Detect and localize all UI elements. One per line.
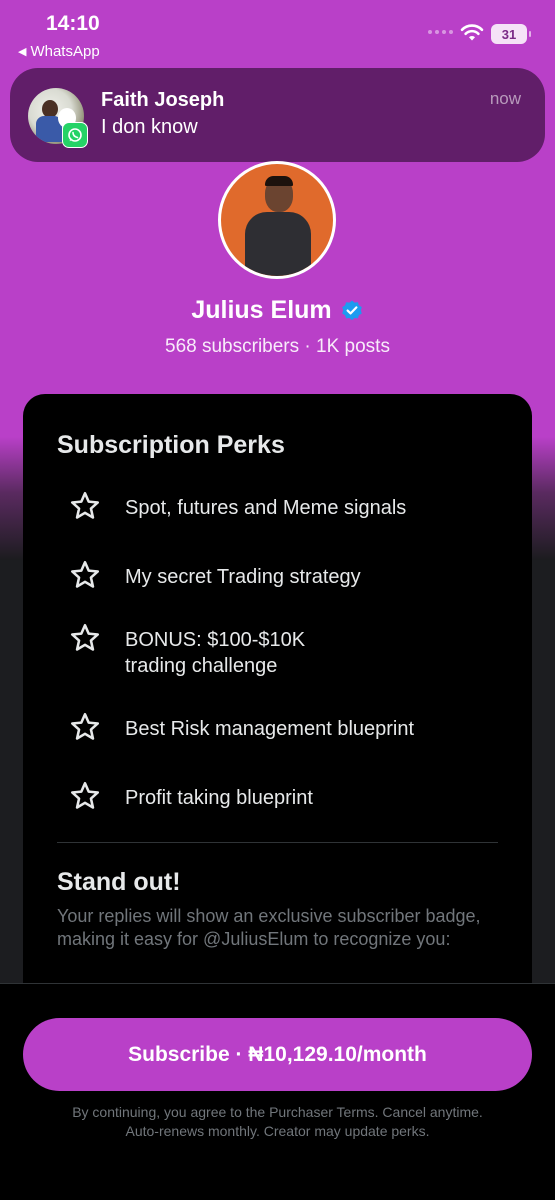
notification-sender: Faith Joseph [101, 89, 225, 111]
status-time: 14:10 [46, 12, 100, 35]
whatsapp-icon [62, 122, 88, 148]
perk-item: Profit taking blueprint [68, 781, 313, 813]
legal-line: Auto-renews monthly. Creator may update … [125, 1123, 430, 1139]
star-icon [70, 623, 100, 651]
back-arrow-icon: ◀ [18, 46, 27, 58]
notification-banner[interactable]: Faith Joseph I don know now [10, 68, 545, 162]
notification-message: I don know [101, 116, 198, 138]
legal-line: By continuing, you agree to the Purchase… [72, 1104, 483, 1120]
status-bar: 14:10 ◀ WhatsApp 31 [0, 0, 555, 66]
battery-icon: 31 [491, 24, 531, 44]
perk-item: Best Risk management blueprint [68, 712, 415, 744]
cellular-signal-icon [428, 30, 453, 34]
standout-title: Stand out! [57, 868, 181, 896]
perk-text: Best Risk management blueprint [125, 718, 415, 740]
perk-text: My secret Trading strategy [125, 566, 361, 588]
battery-level: 31 [501, 26, 517, 42]
star-icon [70, 560, 100, 588]
verified-badge-icon [341, 300, 362, 320]
perk-text: BONUS: $100-$10K trading challenge [125, 627, 305, 679]
creator-stats: 568 subscribers · 1K posts [165, 336, 390, 357]
star-icon [70, 712, 100, 740]
creator-name: Julius Elum [191, 296, 332, 324]
creator-avatar [218, 161, 336, 279]
wifi-icon [460, 24, 484, 41]
back-app-label: WhatsApp [30, 43, 100, 60]
perk-text: Spot, futures and Meme signals [125, 497, 407, 519]
notification-time: now [489, 89, 521, 108]
star-icon [70, 491, 100, 519]
star-icon [70, 781, 100, 809]
perks-card: Subscription Perks Spot, futures and Mem… [23, 394, 532, 1054]
creator-name-row: Julius Elum [0, 296, 555, 325]
back-to-app-link[interactable]: ◀ WhatsApp [18, 43, 100, 60]
bottom-action-bar [0, 983, 555, 1200]
perk-text-line: BONUS: $100-$10K [125, 629, 306, 651]
perk-item: Spot, futures and Meme signals [68, 491, 407, 523]
divider [57, 842, 498, 843]
perk-item: My secret Trading strategy [68, 560, 361, 592]
subscribe-button[interactable]: Subscribe · ₦10,129.10/month [23, 1018, 532, 1091]
standout-description: Your replies will show an exclusive subs… [57, 906, 481, 949]
legal-text: By continuing, you agree to the Purchase… [0, 1103, 555, 1141]
perk-text: Profit taking blueprint [125, 787, 313, 809]
perk-item: BONUS: $100-$10K trading challenge [68, 623, 305, 679]
perks-title: Subscription Perks [57, 431, 285, 459]
perk-text-line: trading challenge [125, 655, 278, 677]
